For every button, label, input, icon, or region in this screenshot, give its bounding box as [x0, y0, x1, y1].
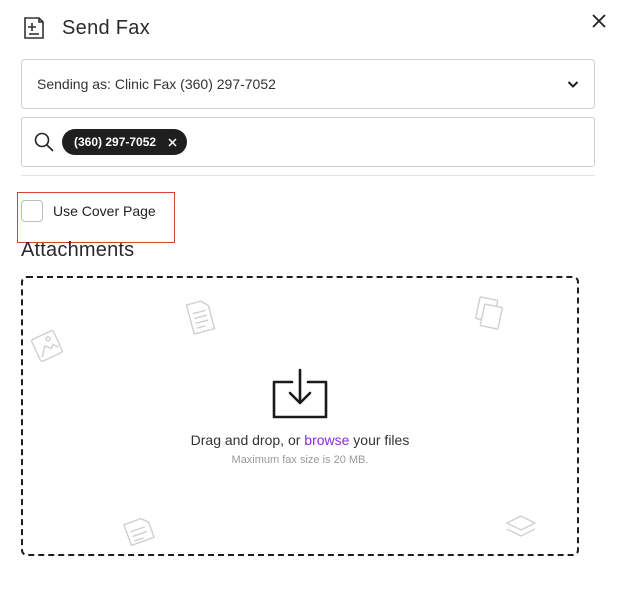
attachments-heading: Attachments: [21, 239, 135, 261]
search-icon: [34, 132, 54, 152]
close-icon[interactable]: [590, 12, 608, 30]
sender-select-value: Sending as: Clinic Fax (360) 297-7052: [37, 76, 276, 92]
layers-icon: [505, 515, 537, 537]
divider: [21, 175, 595, 176]
use-cover-page-toggle[interactable]: Use Cover Page: [21, 200, 156, 222]
document-icon: [185, 300, 216, 335]
attachments-dropzone[interactable]: Drag and drop, or browse your files Maxi…: [21, 276, 579, 556]
dropzone-content: Drag and drop, or browse your files Maxi…: [23, 368, 577, 466]
browse-link[interactable]: browse: [304, 432, 349, 448]
remove-chip-icon[interactable]: [168, 137, 177, 147]
dialog-header: Send Fax: [22, 16, 150, 40]
fax-add-icon: [24, 17, 44, 39]
dropzone-prompt-suffix: your files: [349, 432, 410, 448]
download-tray-icon: [272, 368, 328, 419]
image-file-icon: [31, 330, 63, 362]
dropzone-prompt: Drag and drop, or browse your files: [191, 432, 410, 448]
dropzone-prompt-prefix: Drag and drop, or: [190, 432, 305, 448]
recipient-field[interactable]: (360) 297-7052: [21, 117, 595, 167]
chevron-down-icon: [567, 81, 579, 88]
dialog-title: Send Fax: [62, 16, 151, 39]
max-size-hint: Maximum fax size is 20 MB.: [231, 454, 369, 466]
recipient-chip: (360) 297-7052: [62, 129, 188, 155]
recipient-input[interactable]: [195, 127, 594, 157]
use-cover-page-label: Use Cover Page: [53, 203, 156, 219]
text-document-icon: [123, 517, 155, 547]
copy-document-icon: [475, 296, 503, 330]
sender-select[interactable]: Sending as: Clinic Fax (360) 297-7052: [21, 59, 595, 109]
recipient-chip-label: (360) 297-7052: [74, 135, 157, 149]
use-cover-page-checkbox[interactable]: [21, 200, 43, 222]
